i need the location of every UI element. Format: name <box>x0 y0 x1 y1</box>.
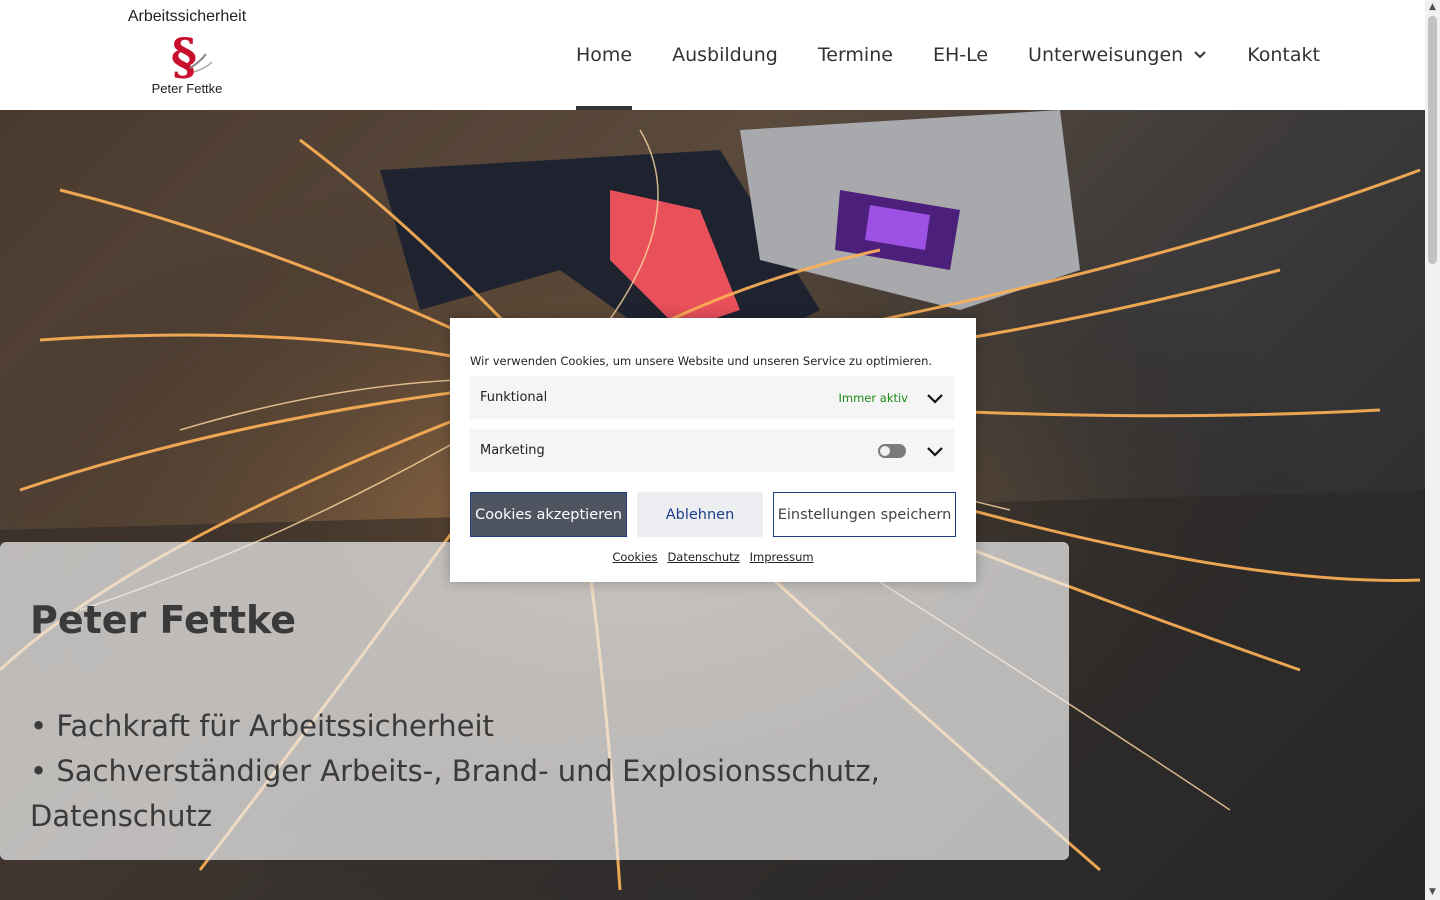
link-cookies[interactable]: Cookies <box>612 550 657 564</box>
deny-cookies-button[interactable]: Ablehnen <box>637 492 763 537</box>
section-sign-logo-icon: § <box>171 28 213 80</box>
cookie-category-label: Funktional <box>480 390 548 405</box>
cookie-links: Cookies Datenschutz Impressum <box>450 550 976 564</box>
nav-item-ausbildung[interactable]: Ausbildung <box>652 0 798 110</box>
hero-line: • Fachkraft für Arbeitssicherheit <box>30 709 494 743</box>
nav-item-label: Termine <box>817 44 893 66</box>
hero-line: Datenschutz <box>30 799 213 833</box>
link-datenschutz[interactable]: Datenschutz <box>667 550 739 564</box>
accept-cookies-button[interactable]: Cookies akzeptieren <box>470 492 627 537</box>
cookie-category-marketing[interactable]: Marketing <box>470 429 954 472</box>
svg-text:§: § <box>171 28 197 80</box>
page-scrollbar[interactable]: ▲ ▼ <box>1425 0 1440 900</box>
hero-description: • Fachkraft für Arbeitssicherheit • Sach… <box>30 704 1030 839</box>
nav-item-termine[interactable]: Termine <box>798 0 913 110</box>
link-impressum[interactable]: Impressum <box>750 550 814 564</box>
main-navigation: Home Ausbildung Termine EH-Le Unterweisu… <box>556 0 1340 110</box>
nav-item-home[interactable]: Home <box>556 0 652 110</box>
chevron-down-icon[interactable] <box>926 391 944 405</box>
hero-text-panel: Peter Fettke • Fachkraft für Arbeitssich… <box>0 542 1069 860</box>
logo-bottom-text: Peter Fettke <box>151 81 223 96</box>
nav-item-unterweisungen[interactable]: Unterweisungen <box>1008 0 1227 110</box>
hero-divider <box>30 660 340 663</box>
nav-item-label: EH-Le <box>932 44 989 66</box>
scroll-arrow-down-icon[interactable]: ▼ <box>1425 885 1440 900</box>
logo-top-text: Arbeitssicherheit <box>127 8 247 25</box>
nav-item-kontakt[interactable]: Kontakt <box>1227 0 1340 110</box>
nav-item-label: Kontakt <box>1247 44 1320 66</box>
chevron-down-icon[interactable] <box>926 444 944 458</box>
nav-item-label: Unterweisungen <box>1028 44 1184 66</box>
save-settings-button[interactable]: Einstellungen speichern <box>773 492 956 537</box>
always-active-badge: Immer aktiv <box>838 390 908 405</box>
scroll-arrow-up-icon[interactable]: ▲ <box>1425 0 1440 15</box>
cookie-category-funktional[interactable]: Funktional Immer aktiv <box>470 376 954 419</box>
cookie-message: Wir verwenden Cookies, um unsere Website… <box>470 354 933 368</box>
nav-item-label: Ausbildung <box>672 44 778 66</box>
site-logo[interactable]: Arbeitssicherheit § Peter Fettke <box>120 6 254 104</box>
cookie-consent-dialog: Wir verwenden Cookies, um unsere Website… <box>450 318 976 582</box>
nav-item-label: Home <box>576 44 633 66</box>
chevron-down-icon <box>1194 51 1206 59</box>
marketing-toggle[interactable] <box>878 443 906 458</box>
site-header: Arbeitssicherheit § Peter Fettke Home Au… <box>0 0 1425 110</box>
hero-line: • Sachverständiger Arbeits-, Brand- und … <box>30 754 880 788</box>
hero-title: Peter Fettke <box>30 598 297 642</box>
cookie-category-label: Marketing <box>480 443 545 458</box>
nav-item-eh-le[interactable]: EH-Le <box>913 0 1008 110</box>
scroll-thumb[interactable] <box>1428 16 1437 264</box>
